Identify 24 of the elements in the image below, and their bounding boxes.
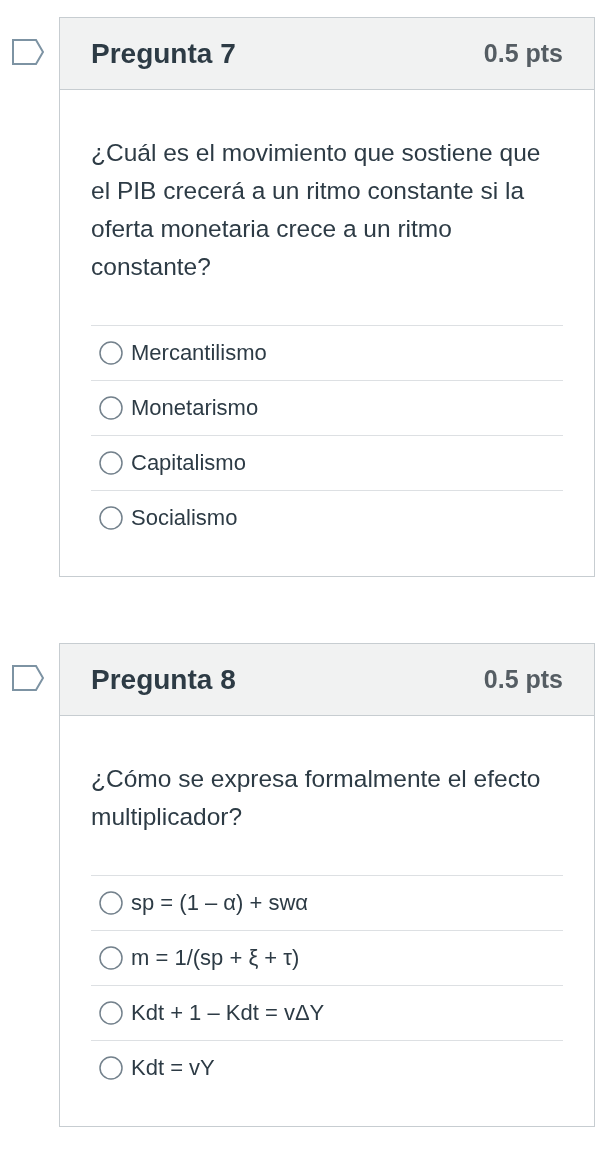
question-text: ¿Cuál es el movimiento que sostiene que el PIB crecerá a un ritmo constante si la oferta monetaria crece a un ritmo constante? [91, 138, 542, 282]
radio-button[interactable] [99, 506, 123, 530]
radio-button[interactable] [99, 451, 123, 475]
radio-button[interactable] [99, 891, 123, 915]
radio-button[interactable] [99, 1056, 123, 1080]
answer-label[interactable]: sp = (1 – α) + swα [131, 890, 309, 916]
answer-label[interactable]: Capitalismo [131, 450, 246, 476]
points-label: 0.5 pts [483, 665, 563, 694]
radio-button[interactable] [99, 1001, 123, 1025]
points-label: 0.5 pts [483, 39, 563, 68]
answer-label[interactable]: Kdt = vY [131, 1055, 215, 1081]
tag-icon[interactable] [12, 665, 44, 691]
radio-button[interactable] [99, 396, 123, 420]
question-title: Pregunta 7 [91, 37, 236, 70]
answer-label[interactable]: m = 1/(sp + ξ + τ) [131, 945, 300, 971]
question-text: ¿Cómo se expresa formalmente el efecto multiplicador? [91, 764, 542, 832]
tag-icon[interactable] [12, 39, 44, 65]
radio-button[interactable] [99, 341, 123, 365]
radio-button[interactable] [99, 946, 123, 970]
answer-label[interactable]: Mercantilismo [131, 340, 267, 366]
question-title: Pregunta 8 [91, 663, 236, 696]
answer-label[interactable]: Monetarismo [131, 395, 259, 421]
answer-label[interactable]: Socialismo [131, 505, 238, 531]
answer-label[interactable]: Kdt + 1 – Kdt = vΔY [131, 1000, 325, 1026]
